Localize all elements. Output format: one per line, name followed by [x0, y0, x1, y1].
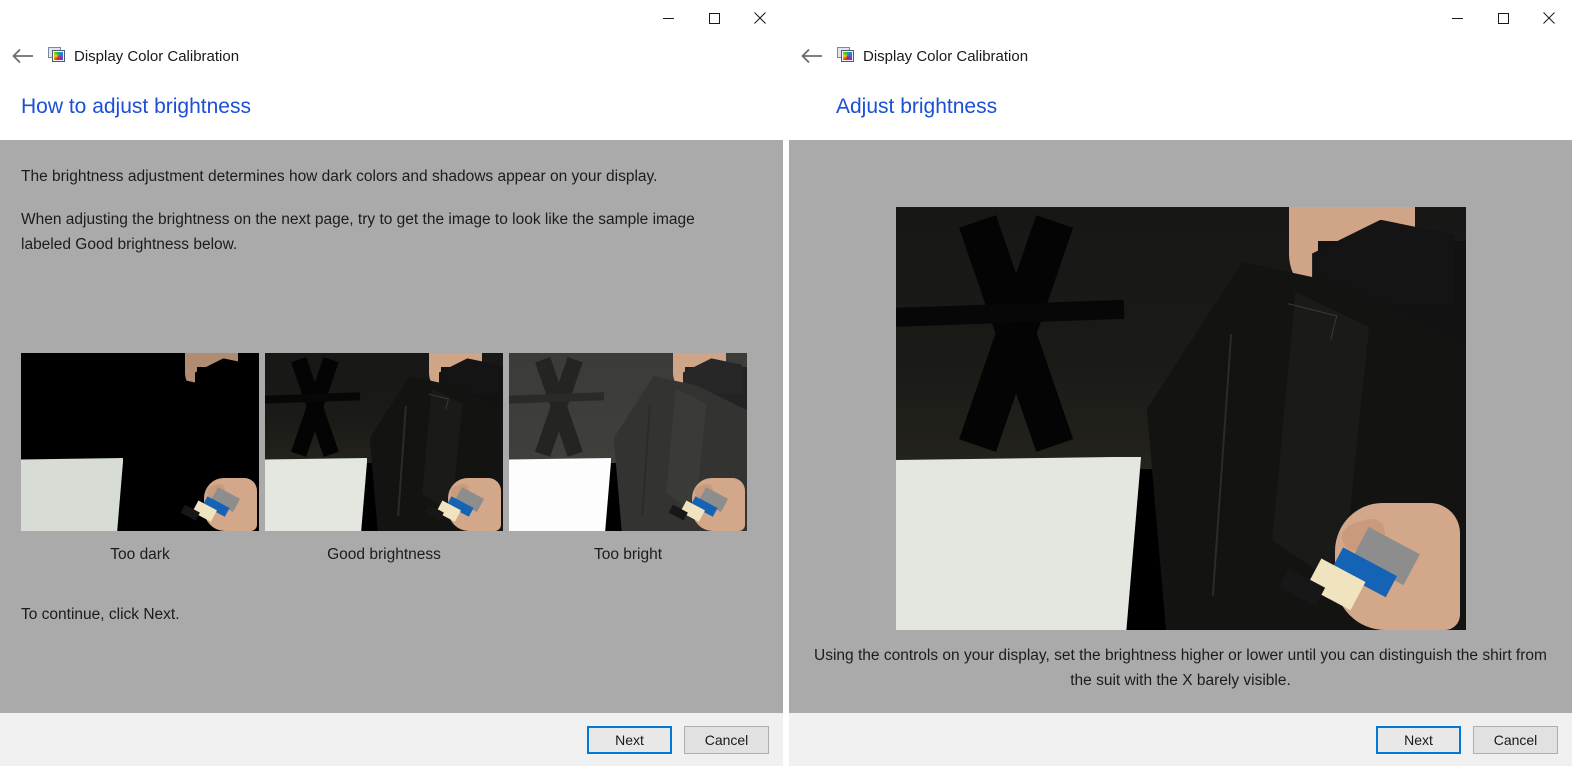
back-button[interactable] — [8, 41, 38, 71]
sample-label-too-bright: Too bright — [593, 546, 663, 563]
close-button[interactable] — [737, 0, 783, 36]
minimize-button[interactable] — [645, 0, 691, 36]
app-title: Display Color Calibration — [863, 47, 1029, 65]
next-button[interactable]: Next — [587, 725, 672, 754]
window-controls-right — [1434, 0, 1572, 36]
page-heading-right: Adjust brightness — [789, 76, 1572, 140]
titlebar-left — [0, 0, 783, 36]
sample-label-too-dark: Too dark — [110, 546, 170, 563]
minimize-icon — [662, 17, 674, 19]
sample-image-row: Too dark Good brightness Too bright — [21, 353, 751, 564]
instruction-paragraph-2: When adjusting the brightness on the nex… — [21, 211, 695, 254]
screen-root: Display Color Calibration How to adjust … — [0, 0, 1572, 766]
nav-row-left: Display Color Calibration — [0, 36, 783, 76]
back-button[interactable] — [797, 41, 827, 71]
sample-too-bright: Too bright — [509, 353, 751, 564]
minimize-icon — [1451, 17, 1463, 19]
display-color-icon — [48, 47, 66, 65]
instruction-paragraph-1: The brightness adjustment determines how… — [21, 168, 658, 185]
maximize-button[interactable] — [691, 0, 737, 36]
minimize-button[interactable] — [1434, 0, 1480, 36]
sample-good-brightness: Good brightness — [265, 353, 507, 564]
instruction-text-block: The brightness adjustment determines how… — [0, 140, 783, 257]
close-button[interactable] — [1526, 0, 1572, 36]
next-button[interactable]: Next — [1376, 725, 1461, 754]
footer-left: Next Cancel — [0, 713, 783, 766]
maximize-button[interactable] — [1480, 0, 1526, 36]
content-area-left: The brightness adjustment determines how… — [0, 140, 783, 713]
sample-thumbnail-good-brightness — [265, 353, 503, 531]
maximize-icon — [1497, 12, 1509, 24]
titlebar-right — [789, 0, 1572, 36]
brightness-preview-image — [896, 207, 1466, 630]
page-heading-left: How to adjust brightness — [0, 76, 783, 140]
page-title: How to adjust brightness — [21, 95, 251, 118]
sample-thumbnail-too-bright — [509, 353, 747, 531]
nav-row-right: Display Color Calibration — [789, 36, 1572, 76]
sample-too-dark: Too dark — [21, 353, 263, 564]
cancel-button[interactable]: Cancel — [1473, 725, 1558, 754]
content-area-right: Using the controls on your display, set … — [789, 140, 1572, 713]
window-how-to-adjust-brightness: Display Color Calibration How to adjust … — [0, 0, 783, 766]
footer-right: Next Cancel — [789, 713, 1572, 766]
sample-thumbnail-too-dark — [21, 353, 259, 531]
back-arrow-icon — [801, 48, 822, 64]
window-adjust-brightness: Display Color Calibration Adjust brightn… — [789, 0, 1572, 766]
sample-label-good-brightness: Good brightness — [327, 546, 441, 563]
display-color-icon — [837, 47, 855, 65]
close-icon — [754, 12, 766, 24]
window-controls-left — [645, 0, 783, 36]
cancel-button[interactable]: Cancel — [684, 725, 769, 754]
close-icon — [1543, 12, 1555, 24]
page-title: Adjust brightness — [836, 95, 998, 118]
app-title: Display Color Calibration — [74, 47, 240, 65]
back-arrow-icon — [12, 48, 33, 64]
preview-caption: Using the controls on your display, set … — [814, 647, 1547, 689]
continue-instruction: To continue, click Next. — [21, 606, 180, 623]
maximize-icon — [708, 12, 720, 24]
